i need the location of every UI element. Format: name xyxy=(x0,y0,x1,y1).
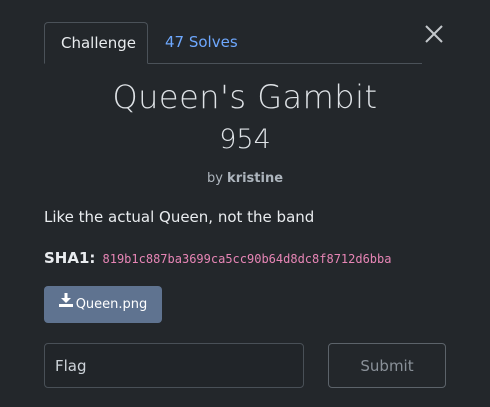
tab-solves[interactable]: 47 Solves xyxy=(148,22,254,63)
file-name: Queen.png xyxy=(75,297,148,312)
flag-input[interactable] xyxy=(44,343,304,388)
hash-row: SHA1: 819b1c887ba3699ca5cc90b64d8dc8f871… xyxy=(44,248,391,267)
challenge-description: Like the actual Queen, not the band xyxy=(44,208,315,226)
author-name: kristine xyxy=(227,171,284,186)
challenge-modal: Challenge 47 Solves Queen's Gambit 954 b… xyxy=(0,0,490,407)
tab-bar: Challenge 47 Solves xyxy=(44,22,422,64)
challenge-author: by kristine xyxy=(0,171,490,186)
tab-challenge[interactable]: Challenge xyxy=(44,22,148,64)
download-icon xyxy=(58,285,73,322)
file-download-button[interactable]: Queen.png xyxy=(44,286,162,323)
hash-value: 819b1c887ba3699ca5cc90b64d8dc8f8712d6bba xyxy=(102,252,392,266)
author-prefix: by xyxy=(206,171,223,186)
challenge-title: Queen's Gambit xyxy=(112,78,378,116)
submit-button[interactable]: Submit xyxy=(328,343,446,388)
challenge-points: 954 xyxy=(219,124,271,155)
hash-label: SHA1: xyxy=(44,249,96,267)
close-icon[interactable] xyxy=(422,22,446,46)
